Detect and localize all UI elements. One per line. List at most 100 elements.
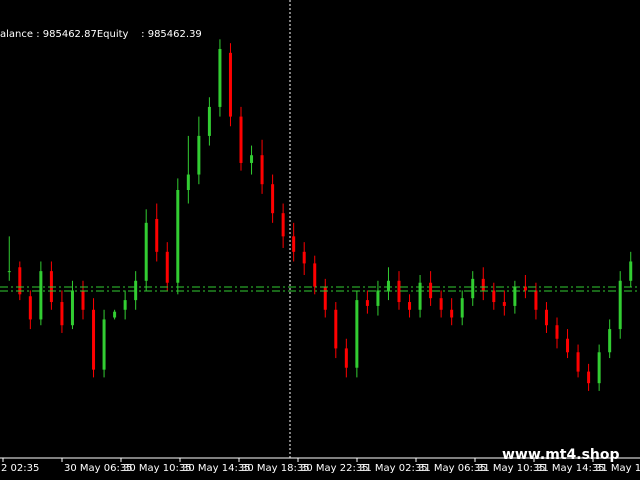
candle-body [323, 286, 327, 310]
account-info: alance : 985462.87Equity : 985462.39 [0, 29, 202, 40]
candle-body [471, 278, 475, 299]
candle [228, 43, 232, 127]
candle [176, 178, 180, 295]
candle [460, 290, 464, 326]
candle-body [629, 261, 633, 281]
candle-body [513, 286, 517, 306]
candle [70, 280, 74, 330]
candle [123, 290, 127, 320]
candle [207, 97, 211, 146]
candle-body [555, 325, 559, 339]
candle-body [460, 298, 464, 318]
candle [18, 261, 22, 301]
x-tick-label: 2 02:35 [1, 463, 39, 474]
candle-body [408, 302, 412, 310]
candle [534, 282, 538, 320]
candle-body [260, 155, 264, 185]
candle [292, 222, 296, 262]
candle-body [534, 290, 538, 310]
candle-body [481, 278, 485, 291]
candle [102, 309, 106, 378]
candle-body [144, 222, 148, 281]
candle-body [376, 290, 380, 306]
candle [439, 290, 443, 318]
candle-body [81, 290, 85, 310]
candle-body [502, 302, 506, 306]
candle [271, 174, 275, 223]
candle [7, 236, 11, 281]
price-chart[interactable]: 2 02:35 30 May 06:3530 May 10:3530 May 14… [0, 0, 640, 480]
candle [429, 271, 433, 306]
candle-body [313, 263, 317, 287]
candle [323, 278, 327, 318]
candle-body [186, 174, 190, 190]
candle [239, 106, 243, 171]
candle-body [39, 271, 43, 320]
candle-body [165, 251, 169, 283]
candle [250, 145, 254, 175]
candle [608, 319, 612, 359]
candle-body [18, 267, 22, 295]
candle [365, 290, 369, 314]
candle-body [176, 190, 180, 283]
candle-body [113, 311, 117, 318]
candle-body [302, 251, 306, 264]
candle-body [123, 300, 127, 310]
candle-body [344, 348, 348, 368]
candle [155, 203, 159, 262]
candle [92, 298, 96, 378]
candle [450, 298, 454, 326]
candle [144, 209, 148, 291]
candle [49, 261, 53, 310]
candle [186, 135, 190, 204]
candle [555, 317, 559, 349]
candle [502, 290, 506, 316]
candle-body [386, 280, 390, 291]
candle-body [355, 300, 359, 368]
candle-body [608, 329, 612, 353]
candle-body [7, 271, 11, 273]
candle [587, 363, 591, 391]
candle [566, 329, 570, 359]
candle-body [239, 116, 243, 163]
candle [513, 280, 517, 314]
candle [576, 344, 580, 378]
candle [197, 116, 201, 185]
candle-body [439, 298, 443, 310]
candle [481, 267, 485, 301]
candle [618, 271, 622, 339]
candle [334, 302, 338, 359]
candles-layer [7, 39, 633, 391]
candle [260, 139, 264, 194]
candle [60, 290, 64, 333]
candle-body [334, 309, 338, 349]
candle-body [134, 280, 138, 301]
candle-body [281, 213, 285, 237]
candle [418, 275, 422, 318]
candle-body [365, 300, 369, 306]
watermark: www.mt4.shop [502, 447, 620, 463]
candle-body [155, 218, 159, 252]
candle-body [197, 135, 201, 175]
candle [302, 242, 306, 275]
candle-body [271, 184, 275, 214]
candle [471, 271, 475, 306]
candle [544, 302, 548, 333]
candle [113, 309, 117, 320]
candle [218, 39, 222, 117]
candle-body [566, 338, 570, 353]
candle-body [92, 309, 96, 370]
candle-body [250, 155, 254, 163]
candle-body [218, 48, 222, 107]
candle [376, 280, 380, 316]
candle-body [102, 319, 106, 370]
candle [165, 242, 169, 291]
candle [28, 290, 32, 330]
candle-body [450, 309, 454, 318]
candle-body [70, 290, 74, 326]
candle [313, 255, 317, 295]
candle-body [60, 302, 64, 326]
candle-body [207, 106, 211, 136]
candle [386, 267, 390, 301]
candle [281, 203, 285, 248]
